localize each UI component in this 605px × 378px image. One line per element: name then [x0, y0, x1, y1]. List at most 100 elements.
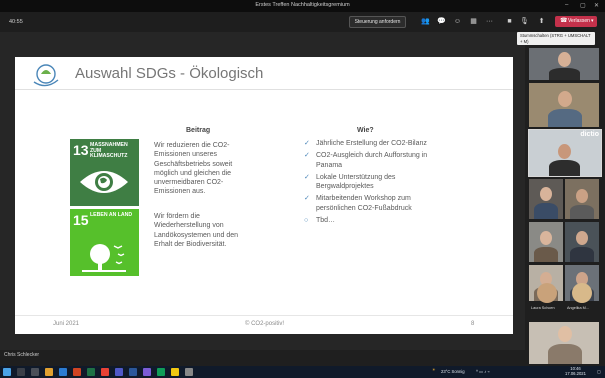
avatar[interactable]	[572, 283, 592, 303]
participant-head	[558, 144, 571, 159]
wie-item-text: Tbd…	[316, 217, 336, 225]
wie-item-text: Jährliche Erstellung der CO2-Bilanz	[316, 140, 427, 147]
word-icon[interactable]	[129, 368, 137, 376]
participant-name: Laura Schoen	[531, 306, 555, 310]
participant-video-tile-active[interactable]: dictio	[528, 129, 602, 177]
wie-list: ✓ Jährliche Erstellung der CO2-Bilanz ✓ …	[304, 139, 444, 228]
onenote-icon[interactable]	[143, 368, 151, 376]
window-title: Erstes Treffen Nachhaltigkeitsgremium	[255, 2, 350, 8]
beitrag-heading: Beitrag	[186, 127, 211, 134]
check-icon: ✓	[304, 140, 310, 147]
co2-positiv-logo-icon	[33, 64, 59, 87]
phone-icon: ☎	[560, 18, 568, 24]
presentation-slide: Auswahl SDGs - Ökologisch 13 MASSNAHMEN …	[15, 57, 513, 334]
system-tray-icons[interactable]: ^ ▭ ♪ ⌁	[476, 369, 490, 375]
share-icon[interactable]: ⬆	[537, 18, 546, 25]
search-icon[interactable]	[17, 368, 25, 376]
participant-video-tile[interactable]	[529, 222, 563, 262]
clock-date: 17.06.2021	[565, 370, 586, 376]
beitrag-paragraph-2: Wir fördern die Wiederherstellung von La…	[154, 213, 239, 248]
sdg13-number: 13	[73, 142, 89, 158]
participant-torso	[548, 109, 582, 127]
leave-label: Verlassen	[568, 18, 590, 24]
chevron-down-icon[interactable]: ▾	[591, 16, 594, 27]
request-control-button[interactable]: Steuerung anfordern	[349, 16, 406, 28]
wie-heading: Wie?	[357, 127, 374, 134]
close-icon[interactable]: ✕	[594, 2, 599, 9]
weather-text: 23°C Sonnig	[441, 369, 465, 374]
wie-item-text: CO2-Ausgleich durch Aufforstung in Panam…	[316, 152, 428, 169]
list-item: ✓ CO2-Ausgleich durch Aufforstung in Pan…	[304, 151, 444, 170]
participant-head	[540, 187, 552, 201]
sdg15-number: 15	[73, 212, 89, 228]
teams-icon[interactable]	[115, 368, 123, 376]
chat-icon[interactable]: 💬	[437, 18, 446, 25]
windows-taskbar: ☀ 23°C Sonnig ^ ▭ ♪ ⌁ 10:46 17.06.2021 ▢	[0, 366, 605, 378]
minimize-icon[interactable]: –	[565, 2, 568, 8]
participant-video-tile[interactable]	[565, 222, 599, 262]
footer-copyright: © CO2-positiv!	[245, 321, 285, 327]
rooms-icon[interactable]: ▦	[469, 18, 478, 25]
weather-icon: ☀	[432, 367, 436, 372]
app-icon[interactable]	[185, 368, 193, 376]
sdg15-label: LEBEN AN LAND	[90, 212, 133, 218]
list-item: ✓ Lokale Unterstützung des Bergwaldproje…	[304, 173, 444, 192]
beitrag-paragraph-1: Wir reduzieren die CO2-Emissionen unsere…	[154, 142, 233, 196]
avatar[interactable]	[537, 283, 557, 303]
chrome-icon[interactable]	[101, 368, 109, 376]
dictio-logo: dictio	[580, 131, 599, 138]
participant-torso	[549, 68, 580, 80]
tree-birds-icon	[82, 244, 126, 272]
sdg13-label: MASSNAHMEN ZUM KLIMASCHUTZ	[90, 142, 128, 159]
participant-head	[540, 231, 552, 245]
mic-icon[interactable]: 🎙	[520, 18, 529, 25]
title-divider	[15, 89, 513, 90]
meeting-timer: 40:55	[9, 19, 23, 25]
participant-head	[576, 231, 588, 245]
app-icon[interactable]	[157, 368, 165, 376]
presenter-name: Chris Schlecker	[4, 352, 40, 358]
wie-item-text: Lokale Unterstützung des Bergwaldprojekt…	[316, 173, 396, 191]
participant-video-tile[interactable]	[529, 322, 599, 364]
check-icon: ✓	[304, 195, 310, 203]
participant-torso	[548, 344, 582, 364]
taskview-icon[interactable]	[31, 368, 39, 376]
clock[interactable]: 10:46 17.06.2021	[565, 366, 586, 376]
participant-torso	[549, 160, 580, 176]
participant-video-tile[interactable]	[529, 48, 599, 80]
leave-button[interactable]: ☎ Verlassen ▾	[555, 16, 597, 27]
more-icon[interactable]: ···	[485, 18, 494, 25]
mute-tooltip: Stummschalten (STRG + UMSCHALT + M)	[517, 32, 595, 45]
participant-torso	[534, 247, 558, 262]
slide-title: Auswahl SDGs - Ökologisch	[75, 65, 264, 82]
sdg13-tile: 13 MASSNAHMEN ZUM KLIMASCHUTZ	[70, 139, 139, 206]
app-icon[interactable]	[171, 368, 179, 376]
list-item: ✓ Mitarbeitenden Workshop zum persönlich…	[304, 194, 444, 213]
participants-icon[interactable]: 👥	[421, 18, 430, 25]
check-icon: ✓	[304, 152, 310, 160]
participant-video-tile[interactable]	[565, 179, 599, 219]
notification-icon[interactable]: ▢	[597, 369, 601, 375]
footer-page-number: 8	[471, 321, 475, 327]
list-item: ✓ Jährliche Erstellung der CO2-Bilanz	[304, 139, 444, 148]
outlook-icon[interactable]	[59, 368, 67, 376]
participant-head	[558, 326, 572, 342]
footer-date: Juni 2021	[53, 321, 80, 327]
powerpoint-icon[interactable]	[73, 368, 81, 376]
maximize-icon[interactable]: ▢	[580, 2, 586, 9]
window-titlebar: Erstes Treffen Nachhaltigkeitsgremium – …	[0, 0, 605, 12]
excel-icon[interactable]	[87, 368, 95, 376]
footer-divider	[15, 315, 513, 316]
explorer-icon[interactable]	[45, 368, 53, 376]
camera-icon[interactable]: ■	[505, 18, 514, 25]
participant-head	[558, 91, 572, 107]
participant-name: Angelika M...	[567, 306, 589, 310]
reactions-icon[interactable]: ☺	[453, 18, 462, 25]
windows-start-icon[interactable]	[3, 368, 11, 376]
eye-globe-icon	[80, 171, 128, 193]
sdg15-tile: 15 LEBEN AN LAND	[70, 209, 139, 276]
participant-video-tile[interactable]	[529, 83, 599, 127]
wie-item-text: Mitarbeitenden Workshop zum persönlichen…	[316, 195, 412, 212]
circle-bullet-icon: ○	[304, 217, 309, 225]
participant-video-tile[interactable]	[529, 179, 563, 219]
